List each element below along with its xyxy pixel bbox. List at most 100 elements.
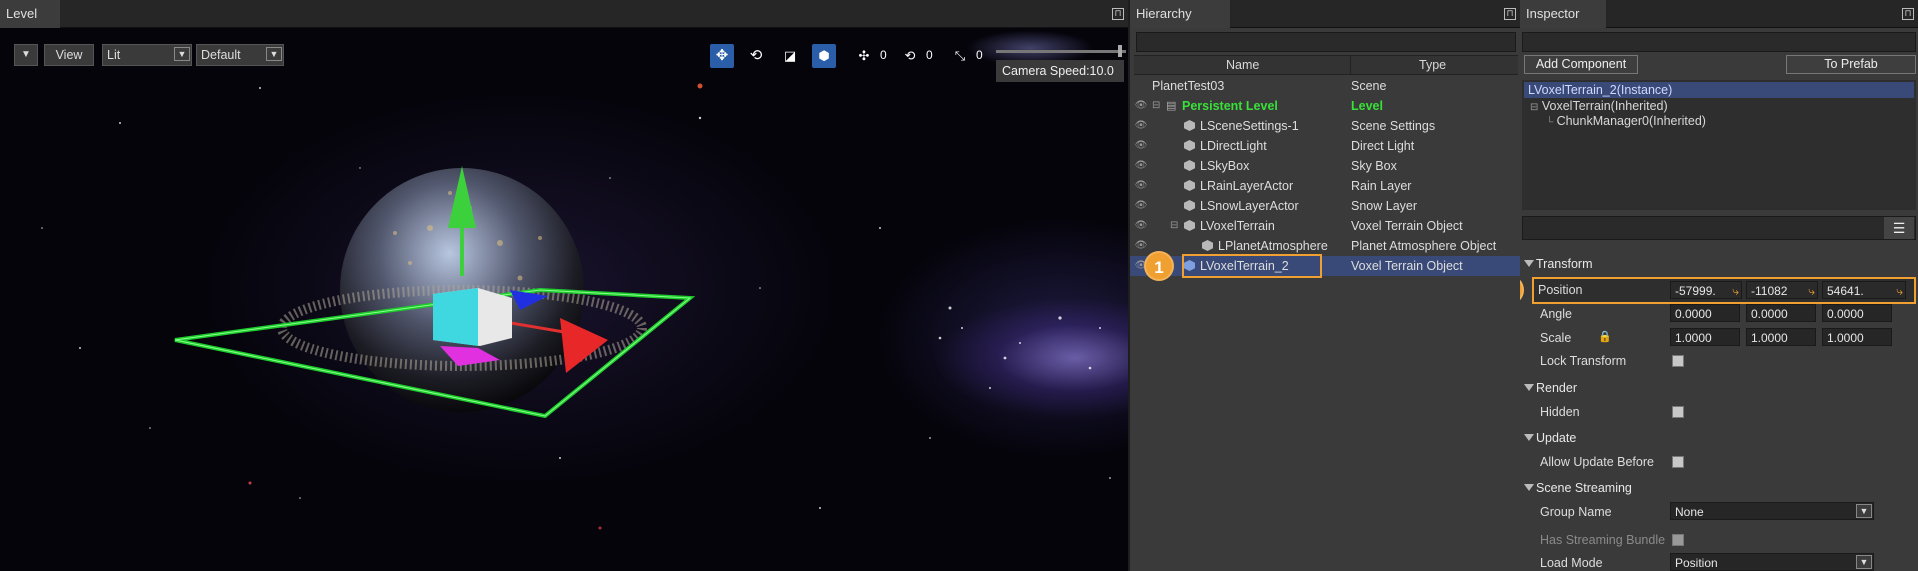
inspector-panel: Inspector ⊓ Add Component To Prefab LVox… — [1520, 0, 1918, 571]
world-space-icon[interactable]: ⬢ — [812, 44, 836, 68]
chevron-down-icon: ▼ — [266, 47, 282, 61]
row-type: Rain Layer — [1351, 179, 1412, 193]
allow-update-checkbox[interactable] — [1672, 456, 1684, 468]
pin-icon[interactable]: ⊓ — [1902, 8, 1914, 20]
chevron-down-icon: ▼ — [174, 47, 190, 61]
level-panel: Level ⊓ ▼ View Lit ▼ Default ▼ ✥ ⟲ ◪ ⬢ ✣… — [0, 0, 1128, 571]
eye-icon[interactable]: 👁 — [1134, 196, 1148, 216]
tree-row-scene[interactable]: PlanetTest03 Scene — [1130, 76, 1520, 96]
cube-icon — [1184, 140, 1195, 151]
row-name: LRainLayerActor — [1200, 179, 1294, 193]
move-tool-icon[interactable]: ✥ — [710, 44, 734, 68]
collapse-icon[interactable]: ⊟ — [1170, 216, 1178, 236]
col-divider — [1350, 56, 1351, 74]
level-tabbar: Level ⊓ — [0, 0, 1128, 28]
eye-icon[interactable]: 👁 — [1134, 136, 1148, 156]
collapse-icon[interactable]: ⊟ — [1152, 96, 1160, 116]
camera-speed-slider[interactable] — [996, 50, 1126, 53]
chevron-down-icon: ▼ — [1856, 555, 1872, 569]
group-name-dropdown[interactable]: None ▼ — [1670, 502, 1874, 520]
row-type: Scene — [1351, 79, 1387, 93]
col-name-header[interactable]: Name — [1226, 58, 1259, 72]
list-view-icon[interactable]: ☰ — [1884, 217, 1914, 239]
angle-z-field[interactable]: 0.0000 — [1822, 304, 1892, 322]
tree-item-voxel-terrain[interactable]: ⊟ VoxelTerrain(Inherited) — [1530, 99, 1668, 115]
has-streaming-bundle-checkbox[interactable] — [1672, 534, 1684, 546]
has-streaming-bundle-label: Has Streaming Bundle — [1540, 533, 1666, 547]
tab-level[interactable]: Level — [0, 0, 60, 28]
tree-row-voxel-terrain[interactable]: 👁 ⊟ LVoxelTerrain Voxel Terrain Object — [1130, 216, 1520, 236]
component-tree: LVoxelTerrain_2(Instance) ⊟ VoxelTerrain… — [1522, 80, 1916, 210]
row-type: Direct Light — [1351, 139, 1415, 153]
move-snap-count: 0 — [880, 48, 887, 62]
group-name-value: None — [1675, 505, 1704, 519]
group-name-label: Group Name — [1540, 505, 1612, 519]
highlight-box-1 — [1182, 254, 1322, 278]
tree-item-instance[interactable]: LVoxelTerrain_2(Instance) — [1524, 82, 1914, 98]
angle-x-field[interactable]: 0.0000 — [1670, 304, 1740, 322]
angle-y-field[interactable]: 0.0000 — [1746, 304, 1816, 322]
viewport-menu-button[interactable]: ▼ — [14, 44, 38, 66]
tab-hierarchy[interactable]: Hierarchy — [1130, 0, 1230, 28]
view-button[interactable]: View — [44, 44, 94, 66]
hierarchy-search[interactable] — [1136, 32, 1516, 52]
rotate-tool-icon[interactable]: ⟲ — [744, 44, 768, 68]
tree-row-persistent-level[interactable]: 👁 ⊟ ▤ Persistent Level Level — [1130, 96, 1520, 116]
tree-item-chunk-manager[interactable]: └ ChunkManager0(Inherited) — [1546, 114, 1706, 130]
eye-icon[interactable]: 👁 — [1134, 96, 1148, 116]
section-scene-streaming[interactable]: Scene Streaming — [1520, 477, 1917, 499]
section-update[interactable]: Update — [1520, 427, 1917, 449]
camera-speed-handle[interactable] — [1118, 45, 1122, 57]
tree-row-direct-light[interactable]: 👁 LDirectLight Direct Light — [1130, 136, 1520, 156]
section-render[interactable]: Render — [1520, 377, 1917, 399]
row-name: Persistent Level — [1182, 99, 1278, 113]
scale-snap-icon[interactable]: ⤡ — [948, 44, 972, 68]
scale-z-field[interactable]: 1.0000 — [1822, 328, 1892, 346]
tree-row-planet-atmosphere[interactable]: 👁 LPlanetAtmosphere Planet Atmosphere Ob… — [1130, 236, 1520, 256]
to-prefab-button[interactable]: To Prefab — [1786, 55, 1916, 74]
tree-item-label: LVoxelTerrain_2(Instance) — [1528, 83, 1673, 97]
level-icon: ▤ — [1166, 100, 1177, 112]
lit-dropdown[interactable]: Lit ▼ — [102, 44, 192, 66]
pin-icon[interactable]: ⊓ — [1504, 8, 1516, 20]
scale-y-field[interactable]: 1.0000 — [1746, 328, 1816, 346]
tree-row-scene-settings[interactable]: 👁 LSceneSettings-1 Scene Settings — [1130, 116, 1520, 136]
move-snap-icon[interactable]: ✣ — [852, 44, 876, 68]
tree-row-snow-layer[interactable]: 👁 LSnowLayerActor Snow Layer — [1130, 196, 1520, 216]
eye-icon[interactable]: 👁 — [1134, 116, 1148, 136]
collapse-icon[interactable]: ⊟ — [1530, 102, 1538, 113]
inspector-search[interactable] — [1522, 32, 1916, 52]
col-type-header[interactable]: Type — [1419, 58, 1446, 72]
rotate-snap-count: 0 — [926, 48, 933, 62]
default-value: Default — [201, 48, 241, 62]
starfield — [41, 83, 1111, 530]
scale-tool-icon[interactable]: ◪ — [778, 44, 802, 68]
eye-icon[interactable]: 👁 — [1134, 236, 1148, 256]
lock-transform-checkbox[interactable] — [1672, 355, 1684, 367]
rotate-snap-icon[interactable]: ⟲ — [898, 44, 922, 68]
tree-row-sky-box[interactable]: 👁 LSkyBox Sky Box — [1130, 156, 1520, 176]
inspector-filter[interactable] — [1522, 216, 1916, 240]
default-dropdown[interactable]: Default ▼ — [196, 44, 284, 66]
tree-row-rain-layer[interactable]: 👁 LRainLayerActor Rain Layer — [1130, 176, 1520, 196]
lock-icon[interactable]: 🔒 — [1598, 330, 1612, 343]
row-type: Level — [1351, 99, 1383, 113]
row-type: Scene Settings — [1351, 119, 1436, 133]
eye-icon[interactable]: 👁 — [1134, 156, 1148, 176]
add-component-button[interactable]: Add Component — [1524, 55, 1638, 74]
scale-x-field[interactable]: 1.0000 — [1670, 328, 1740, 346]
highlight-box-2 — [1532, 277, 1916, 304]
row-name-wrap: LRainLayerActor — [1184, 176, 1293, 196]
load-mode-dropdown[interactable]: Position ▼ — [1670, 553, 1874, 571]
hidden-checkbox[interactable] — [1672, 406, 1684, 418]
pin-icon[interactable]: ⊓ — [1112, 8, 1124, 20]
tab-inspector[interactable]: Inspector — [1520, 0, 1606, 28]
row-type: Sky Box — [1351, 159, 1397, 173]
eye-icon[interactable]: 👁 — [1134, 216, 1148, 236]
section-transform[interactable]: Transform — [1520, 253, 1917, 275]
row-name-wrap: LSceneSettings-1 — [1184, 116, 1299, 136]
viewport[interactable]: ▼ View Lit ▼ Default ▼ ✥ ⟲ ◪ ⬢ ✣ 0 ⟲ 0 ⤡… — [0, 28, 1128, 571]
row-name: LSnowLayerActor — [1200, 199, 1299, 213]
eye-icon[interactable]: 👁 — [1134, 176, 1148, 196]
hierarchy-panel: Hierarchy ⊓ Name Type PlanetTest03 Scene… — [1130, 0, 1520, 571]
